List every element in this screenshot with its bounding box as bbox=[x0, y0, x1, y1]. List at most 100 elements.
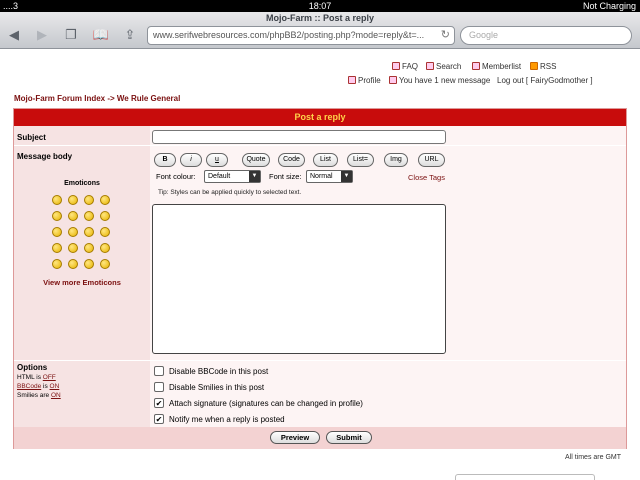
search-link[interactable]: Search bbox=[426, 62, 461, 71]
smiley-icon[interactable] bbox=[68, 243, 78, 253]
memberlist-link[interactable]: Memberlist bbox=[472, 62, 521, 71]
subject-input[interactable] bbox=[152, 130, 446, 144]
chevron-down-icon: ▼ bbox=[249, 171, 260, 182]
smiley-icon[interactable] bbox=[84, 243, 94, 253]
quote-button[interactable]: Quote bbox=[242, 153, 270, 167]
close-tags-link[interactable]: Close Tags bbox=[408, 173, 445, 182]
smiley-icon[interactable] bbox=[68, 211, 78, 221]
attach-signature-label: Attach signature (signatures can be chan… bbox=[169, 399, 363, 408]
font-size-value: Normal bbox=[310, 173, 333, 180]
ordered-list-button[interactable]: List= bbox=[347, 153, 374, 167]
smiley-icon[interactable] bbox=[100, 195, 110, 205]
disable-bbcode-checkbox[interactable] bbox=[154, 366, 164, 376]
bookmarks-icon[interactable]: 📖 bbox=[92, 27, 110, 43]
row-divider bbox=[14, 145, 626, 146]
bbcode-link[interactable]: BBCode bbox=[17, 383, 41, 390]
bold-button[interactable]: B bbox=[154, 153, 176, 167]
back-icon[interactable]: ◀ bbox=[5, 27, 23, 43]
underline-button[interactable]: u bbox=[206, 153, 228, 167]
disable-smilies-label: Disable Smilies in this post bbox=[169, 383, 265, 392]
chevron-down-icon: ▼ bbox=[341, 171, 352, 182]
smilies-status: Smilies are ON bbox=[17, 392, 61, 399]
font-colour-select[interactable]: Default ▼ bbox=[204, 170, 261, 183]
memberlist-icon bbox=[472, 62, 480, 70]
url-button[interactable]: URL bbox=[418, 153, 445, 167]
search-icon bbox=[426, 62, 434, 70]
message-body-label: Message body bbox=[17, 152, 73, 161]
font-colour-value: Default bbox=[208, 173, 231, 180]
browser-page-title: Mojo-Farm :: Post a reply bbox=[265, 13, 374, 23]
smiley-icon[interactable] bbox=[84, 211, 94, 221]
logout-link[interactable]: Log out [ FairyGodmother ] bbox=[497, 76, 593, 85]
html-status-label: HTML is bbox=[17, 374, 41, 381]
smiley-icon[interactable] bbox=[84, 227, 94, 237]
smiley-icon[interactable] bbox=[68, 259, 78, 269]
font-colour-label: Font colour: bbox=[156, 172, 196, 181]
faq-icon bbox=[392, 62, 400, 70]
url-text: www.serifwebresources.com/phpBB2/posting… bbox=[153, 30, 425, 40]
italic-button[interactable]: i bbox=[180, 153, 202, 167]
faq-link[interactable]: FAQ bbox=[392, 62, 418, 71]
notify-reply-checkbox[interactable]: ✔ bbox=[154, 414, 164, 424]
smiley-icon[interactable] bbox=[84, 259, 94, 269]
profile-label: Profile bbox=[358, 76, 381, 85]
bbcode-status-value[interactable]: ON bbox=[50, 383, 60, 390]
smiley-icon[interactable] bbox=[68, 195, 78, 205]
share-icon[interactable]: ⇪ bbox=[121, 27, 139, 43]
font-size-select[interactable]: Normal ▼ bbox=[306, 170, 353, 183]
attach-signature-checkbox[interactable]: ✔ bbox=[154, 398, 164, 408]
smiley-icon[interactable] bbox=[52, 211, 62, 221]
preview-button[interactable]: Preview bbox=[270, 431, 320, 444]
timezone-note: All times are GMT bbox=[565, 454, 622, 461]
panel-heading: Post a reply bbox=[14, 109, 626, 126]
faq-label: FAQ bbox=[402, 62, 419, 71]
messages-link[interactable]: You have 1 new message bbox=[389, 76, 490, 85]
smiley-icon[interactable] bbox=[52, 195, 62, 205]
message-body-textarea[interactable] bbox=[152, 204, 446, 354]
profile-icon bbox=[348, 76, 356, 84]
browser-toolbar: Mojo-Farm :: Post a reply ◀ ▶ ❐ 📖 ⇪ www.… bbox=[0, 12, 640, 49]
smiley-icon[interactable] bbox=[52, 243, 62, 253]
post-reply-panel: Post a reply Subject Message body B i u … bbox=[13, 108, 627, 449]
html-status-value[interactable]: OFF bbox=[43, 374, 56, 381]
notify-reply-label: Notify me when a reply is posted bbox=[169, 415, 285, 424]
subject-label: Subject bbox=[17, 133, 46, 142]
search-field[interactable]: Google bbox=[460, 26, 632, 45]
status-time: 18:07 bbox=[308, 1, 332, 11]
smiley-icon[interactable] bbox=[52, 227, 62, 237]
message-icon bbox=[389, 76, 397, 84]
rss-link[interactable]: RSS bbox=[530, 62, 556, 71]
list-button[interactable]: List bbox=[313, 153, 338, 167]
submit-button[interactable]: Submit bbox=[326, 431, 372, 444]
rss-icon bbox=[530, 62, 538, 70]
disable-bbcode-label: Disable BBCode in this post bbox=[169, 367, 269, 376]
bbcode-status: BBCode is ON bbox=[17, 383, 59, 390]
smiley-icon[interactable] bbox=[68, 227, 78, 237]
battery-status: Not Charging bbox=[582, 1, 636, 11]
html-status: HTML is OFF bbox=[17, 374, 56, 381]
rss-label: RSS bbox=[540, 62, 557, 71]
view-more-emoticons-link[interactable]: View more Emoticons bbox=[14, 278, 150, 288]
smilies-status-label: Smilies are bbox=[17, 392, 50, 399]
profile-link[interactable]: Profile bbox=[348, 76, 381, 85]
smiley-icon[interactable] bbox=[100, 259, 110, 269]
img-button[interactable]: Img bbox=[384, 153, 408, 167]
smiley-icon[interactable] bbox=[84, 195, 94, 205]
options-title: Options bbox=[17, 363, 48, 372]
breadcrumb[interactable]: Mojo-Farm Forum Index -> We Rule General bbox=[14, 94, 180, 103]
address-bar[interactable]: www.serifwebresources.com/phpBB2/posting… bbox=[147, 26, 455, 45]
tabs-icon[interactable]: ❐ bbox=[62, 27, 80, 43]
reload-icon[interactable]: ↻ bbox=[441, 27, 450, 44]
search-label: Search bbox=[436, 62, 462, 71]
forward-icon[interactable]: ▶ bbox=[33, 27, 51, 43]
disable-smilies-checkbox[interactable] bbox=[154, 382, 164, 392]
smiley-icon[interactable] bbox=[100, 211, 110, 221]
row-divider bbox=[14, 360, 626, 361]
smiley-icon[interactable] bbox=[52, 259, 62, 269]
code-button[interactable]: Code bbox=[278, 153, 305, 167]
smilies-status-value[interactable]: ON bbox=[51, 392, 61, 399]
bottom-frame bbox=[455, 474, 595, 480]
smiley-icon[interactable] bbox=[100, 243, 110, 253]
smiley-icon[interactable] bbox=[100, 227, 110, 237]
form-footer bbox=[14, 427, 626, 449]
